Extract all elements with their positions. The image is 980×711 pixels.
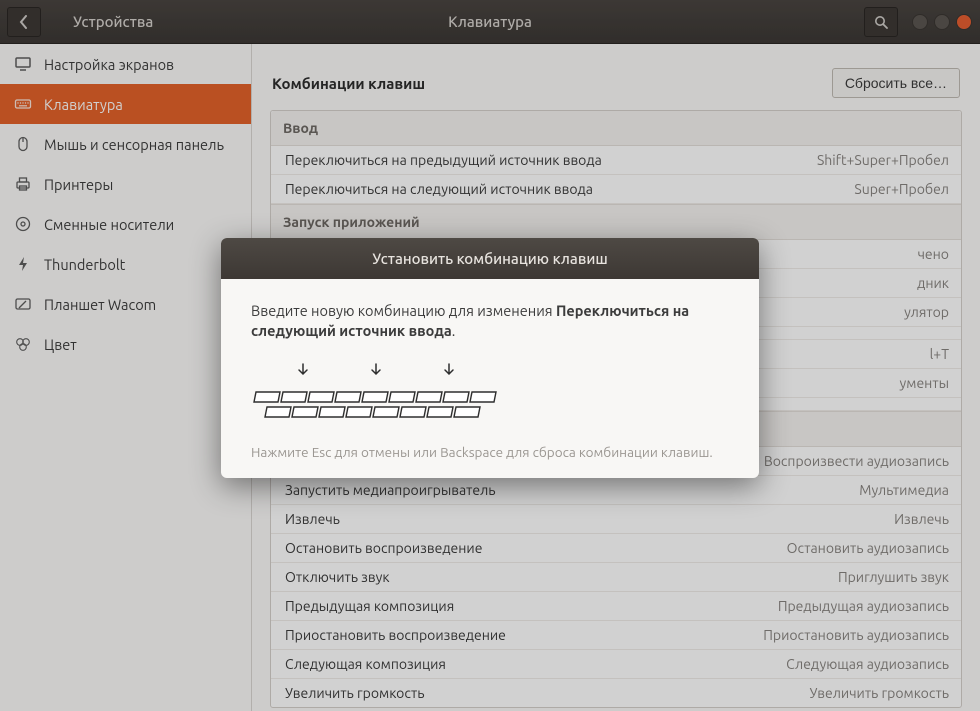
dialog-title: Установить комбинацию клавиш <box>221 238 759 279</box>
dialog-instruction: Введите новую комбинацию для изменения П… <box>251 301 729 340</box>
modal-overlay: Установить комбинацию клавиш Введите нов… <box>0 0 980 711</box>
dialog-footer-hint: Нажмите Esc для отмены или Backspace для… <box>251 444 729 460</box>
keyboard-graphic <box>251 358 729 430</box>
set-shortcut-dialog: Установить комбинацию клавиш Введите нов… <box>221 238 759 478</box>
